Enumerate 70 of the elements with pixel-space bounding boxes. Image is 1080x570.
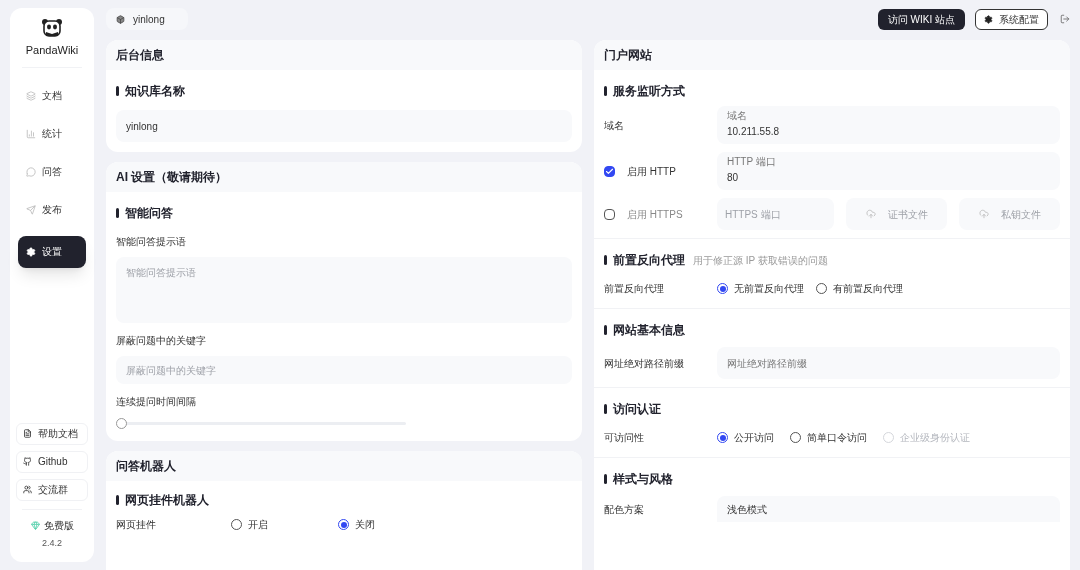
section-title: 服务监听方式 xyxy=(613,83,685,100)
section-title: 智能问答 xyxy=(125,205,173,222)
cloud-upload-icon xyxy=(865,209,876,219)
keywords-input[interactable]: 屏蔽问题中的关键字 xyxy=(116,356,572,384)
radio-option[interactable]: 公开访问 xyxy=(717,430,774,445)
section-title: 访问认证 xyxy=(613,401,661,418)
layers-icon xyxy=(26,90,36,101)
field-label: 网页挂件 xyxy=(116,518,157,532)
gear-icon xyxy=(26,246,36,257)
field-label: 可访问性 xyxy=(604,431,645,445)
radio-option[interactable]: 开启 xyxy=(231,517,268,532)
field-label: 配色方案 xyxy=(604,502,645,517)
field-label: 网址绝对路径前缀 xyxy=(604,356,685,371)
version-label: 2.4.2 xyxy=(42,536,62,550)
sidebar-link[interactable]: 帮助文档 xyxy=(16,422,88,445)
section-title: 前置反向代理 xyxy=(613,252,685,269)
path-prefix-input[interactable]: 网址绝对路径前缀 xyxy=(717,347,1060,379)
edition-label: 免费版 xyxy=(43,518,74,533)
nav-item[interactable]: 统计 xyxy=(18,121,86,146)
card-title: AI 设置（敬请期待） xyxy=(106,162,582,192)
prompt-textarea[interactable]: 智能问答提示语 xyxy=(116,257,572,323)
users-icon xyxy=(23,485,32,494)
nav-item[interactable]: 文档 xyxy=(18,83,86,108)
section-title: 网页挂件机器人 xyxy=(125,492,209,509)
radio-option[interactable]: 无前置反向代理 xyxy=(717,281,804,296)
sidebar-link[interactable]: Github xyxy=(16,450,88,473)
visit-wiki-button[interactable]: 访问 WIKI 站点 xyxy=(877,8,965,30)
chat-bubble-icon xyxy=(26,166,36,177)
checkbox[interactable] xyxy=(604,165,615,177)
checkbox-label: 启用 HTTPS xyxy=(627,207,683,222)
card-title: 门户网站 xyxy=(594,40,1070,70)
gem-icon xyxy=(30,520,40,530)
checkbox-label: 启用 HTTP xyxy=(627,164,676,179)
nav-item[interactable]: 问答 xyxy=(18,159,86,184)
sidebar-link[interactable]: 交流群 xyxy=(16,478,88,501)
system-config-button[interactable]: 系统配置 xyxy=(975,8,1048,30)
cloud-upload-icon xyxy=(978,209,989,219)
nav-item[interactable]: 设置 xyxy=(18,235,86,268)
panda-logo-icon xyxy=(41,18,63,38)
http-port-input[interactable]: HTTP 端口 80 xyxy=(717,152,1060,190)
knowledge-base-selector[interactable]: yinlong xyxy=(106,8,188,30)
cube-icon xyxy=(116,14,125,24)
color-scheme-select[interactable]: 浅色模式 xyxy=(717,496,1060,522)
field-label: 前置反向代理 xyxy=(604,282,665,296)
domain-input[interactable]: 域名 10.211.55.8 xyxy=(717,106,1060,144)
radio-option[interactable]: 关闭 xyxy=(338,517,375,532)
section-title: 样式与风格 xyxy=(613,471,673,488)
hint-text: 用于修正源 IP 获取错误的问题 xyxy=(693,253,828,268)
section-title: 网站基本信息 xyxy=(613,322,685,339)
document-icon xyxy=(23,429,32,438)
radio-option[interactable]: 有前置反向代理 xyxy=(816,281,903,296)
field-label: 屏蔽问题中的关键字 xyxy=(116,334,207,348)
bar-chart-icon xyxy=(26,128,36,139)
card-title: 问答机器人 xyxy=(106,451,582,481)
logout-icon[interactable] xyxy=(1060,14,1070,24)
slider-thumb[interactable] xyxy=(116,417,127,429)
card-title: 后台信息 xyxy=(106,40,582,70)
github-icon xyxy=(23,457,32,466)
section-title: 知识库名称 xyxy=(125,83,185,100)
field-label: 域名 xyxy=(604,118,625,133)
logo-text: PandaWiki xyxy=(25,43,79,58)
checkbox[interactable] xyxy=(604,208,615,220)
field-label: 智能问答提示语 xyxy=(116,235,187,249)
gear-icon xyxy=(984,14,993,24)
nav-item[interactable]: 发布 xyxy=(18,197,86,222)
radio-option[interactable]: 简单口令访问 xyxy=(790,430,867,445)
input-field[interactable]: yinlong xyxy=(116,110,572,142)
field-label: 连续提问时间间隔 xyxy=(116,395,197,409)
interval-slider[interactable] xyxy=(116,417,406,429)
paper-plane-icon xyxy=(26,204,36,215)
